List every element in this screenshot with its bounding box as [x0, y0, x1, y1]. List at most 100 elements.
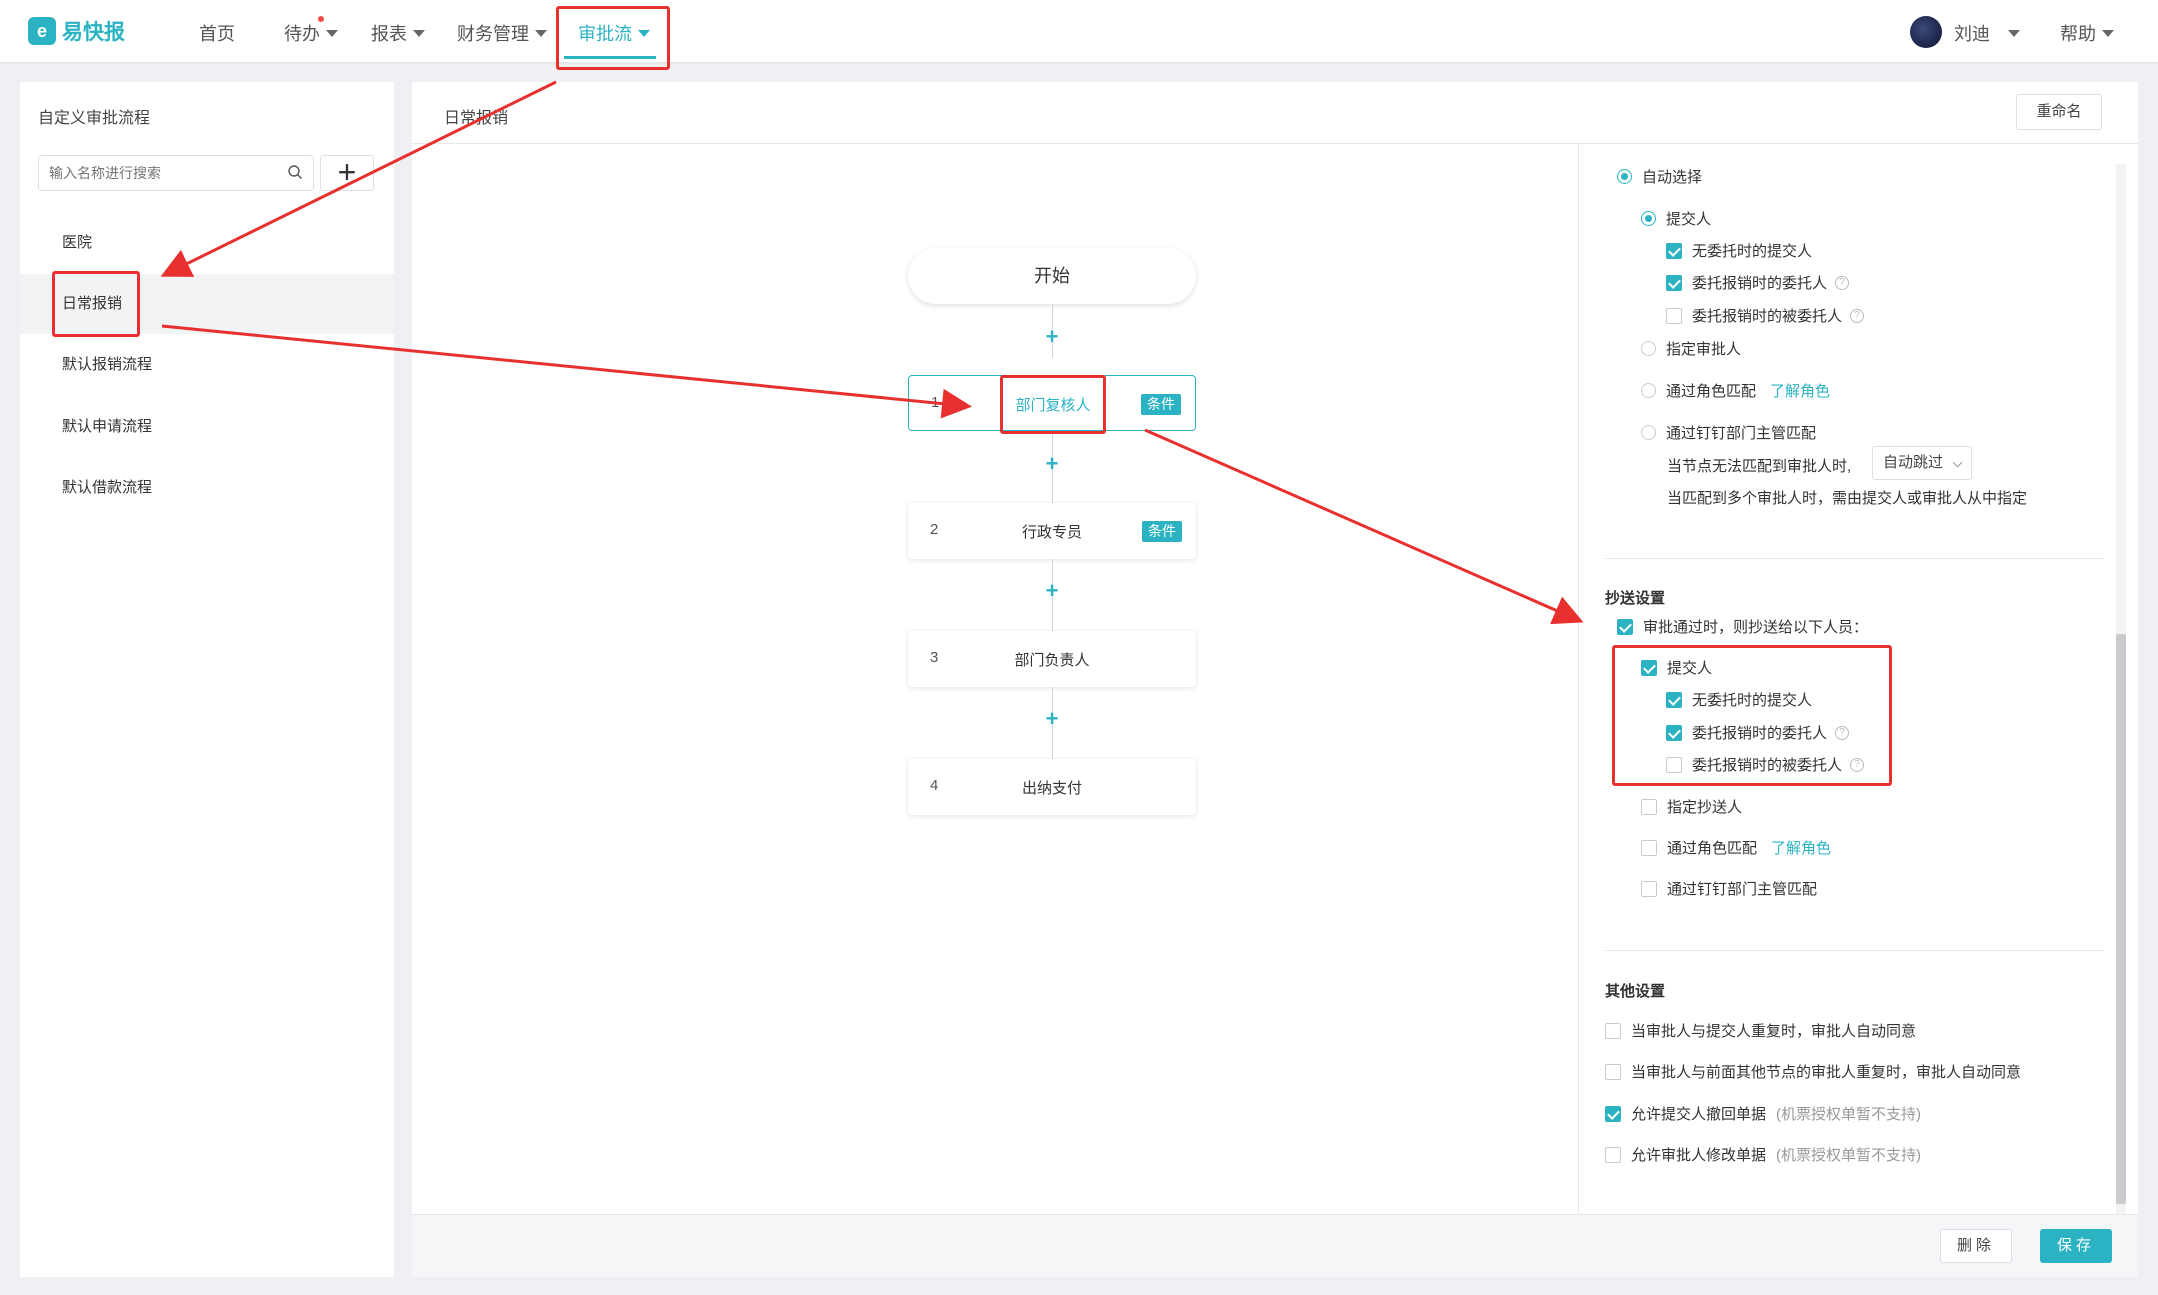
allow-edit-checkbox[interactable]: 允许审批人修改单据 (机票授权单暂不支持) — [1605, 1144, 1921, 1165]
node-label: 部门负责人 — [1014, 652, 1090, 669]
vertical-scrollbar[interactable] — [2116, 164, 2126, 1214]
checkbox-unchecked[interactable] — [1641, 839, 1657, 856]
delegate-principal-checkbox[interactable]: 委托报销时的委托人? — [1666, 272, 1850, 293]
search-icon[interactable] — [287, 164, 303, 180]
annotation-box-flow-item — [52, 271, 140, 337]
flow-item[interactable]: 默认借款流程 — [20, 458, 394, 518]
no-match-text: 当节点无法匹配到审批人时, — [1667, 458, 1852, 475]
flow-item[interactable]: 默认报销流程 — [20, 335, 394, 395]
option-label: 当审批人与前面其他节点的审批人重复时，审批人自动同意 — [1631, 1064, 2022, 1081]
checkbox-checked[interactable] — [1617, 618, 1633, 635]
select-value: 自动跳过 — [1883, 454, 1944, 471]
add-node-icon[interactable]: + — [1042, 580, 1062, 602]
save-button[interactable]: 保存 — [2040, 1229, 2112, 1263]
role-match-radio[interactable]: 通过角色匹配 了解角色 — [1641, 380, 1830, 401]
start-node: 开始 — [908, 248, 1196, 304]
other-section-title: 其他设置 — [1605, 983, 1666, 1000]
help-icon[interactable]: ? — [1850, 308, 1865, 323]
search-box — [38, 155, 314, 191]
flow-node[interactable]: 2 行政专员 条件 — [908, 503, 1196, 559]
no-match-select[interactable]: 自动跳过 — [1872, 446, 1972, 480]
help-icon[interactable]: ? — [1835, 275, 1850, 290]
delegate-agent-checkbox[interactable]: 委托报销时的被委托人? — [1666, 305, 1865, 326]
option-label: 审批通过时，则抄送给以下人员： — [1643, 619, 1869, 636]
add-node-icon[interactable]: + — [1042, 708, 1062, 730]
flow-item[interactable]: 默认申请流程 — [20, 397, 394, 457]
allow-withdraw-checkbox[interactable]: 允许提交人撤回单据 (机票授权单暂不支持) — [1605, 1103, 1921, 1124]
add-flow-button[interactable]: + — [320, 155, 374, 191]
radio-checked[interactable] — [1617, 169, 1632, 184]
cc-section-title: 抄送设置 — [1605, 590, 1666, 607]
add-node-icon[interactable]: + — [1042, 326, 1062, 348]
auto-approve-duplicate-checkbox[interactable]: 当审批人与前面其他节点的审批人重复时，审批人自动同意 — [1605, 1061, 2021, 1082]
option-label: 无委托时的提交人 — [1692, 243, 1813, 260]
auto-select-radio[interactable]: 自动选择 — [1617, 166, 1702, 187]
checkbox-checked[interactable] — [1605, 1105, 1621, 1122]
radio-unchecked[interactable] — [1641, 383, 1656, 398]
nav-finance[interactable]: 财务管理 — [457, 20, 547, 46]
checkbox-unchecked[interactable] — [1641, 798, 1657, 815]
checkbox-unchecked[interactable] — [1666, 307, 1682, 324]
checkbox-checked[interactable] — [1666, 242, 1682, 259]
logo-icon: e — [28, 17, 56, 45]
editor-header: 日常报销 重命名 — [412, 82, 2138, 144]
search-input[interactable] — [39, 156, 269, 190]
chevron-down-icon — [413, 29, 425, 37]
help-menu[interactable]: 帮助 — [2060, 20, 2114, 46]
chevron-down-icon — [535, 29, 547, 37]
option-label: 通过角色匹配 — [1667, 840, 1758, 857]
panel-title: 自定义审批流程 — [38, 110, 151, 127]
learn-role-link[interactable]: 了解角色 — [1771, 837, 1831, 858]
option-label: 指定抄送人 — [1667, 799, 1743, 816]
nav-reports[interactable]: 报表 — [371, 20, 425, 46]
specify-cc-checkbox[interactable]: 指定抄送人 — [1641, 796, 1742, 817]
no-delegate-submitter-checkbox[interactable]: 无委托时的提交人 — [1666, 240, 1812, 261]
scrollbar-thumb[interactable] — [2116, 634, 2126, 1204]
option-label: 通过角色匹配 — [1666, 383, 1757, 400]
checkbox-checked[interactable] — [1666, 274, 1682, 291]
chevron-down-icon — [326, 29, 338, 37]
annotation-box-nav — [556, 6, 670, 70]
cc-dingtalk-match-checkbox[interactable]: 通过钉钉部门主管匹配 — [1641, 878, 1817, 899]
flow-node[interactable]: 3 部门负责人 — [908, 631, 1196, 687]
submitter-radio[interactable]: 提交人 — [1641, 208, 1711, 229]
radio-checked[interactable] — [1641, 211, 1656, 226]
condition-badge: 条件 — [1142, 521, 1182, 542]
nav-reports-label: 报表 — [371, 24, 407, 44]
checkbox-unchecked[interactable] — [1605, 1063, 1621, 1080]
section-divider — [1605, 950, 2105, 951]
cc-role-match-checkbox[interactable]: 通过角色匹配 了解角色 — [1641, 837, 1831, 858]
option-note: (机票授权单暂不支持) — [1776, 1106, 1922, 1123]
rename-button[interactable]: 重命名 — [2016, 94, 2102, 130]
flow-list-panel: 自定义审批流程 + 医院 日常报销 默认报销流程 默认申请流程 默认借款流程 — [20, 82, 394, 1277]
cc-on-approve-checkbox[interactable]: 审批通过时，则抄送给以下人员： — [1617, 616, 1868, 637]
notification-dot — [318, 16, 324, 22]
annotation-box-cc-options — [1612, 645, 1892, 786]
checkbox-unchecked[interactable] — [1641, 880, 1657, 897]
flow-title: 日常报销 — [444, 110, 509, 127]
auto-approve-submitter-checkbox[interactable]: 当审批人与提交人重复时，审批人自动同意 — [1605, 1020, 1916, 1041]
add-node-icon[interactable]: + — [1042, 453, 1062, 475]
option-note: (机票授权单暂不支持) — [1776, 1147, 1922, 1164]
option-label: 委托报销时的委托人 — [1692, 275, 1828, 292]
option-label: 允许审批人修改单据 — [1631, 1147, 1767, 1164]
checkbox-unchecked[interactable] — [1605, 1146, 1621, 1163]
dingtalk-match-radio[interactable]: 通过钉钉部门主管匹配 — [1641, 422, 1816, 443]
flow-item[interactable]: 医院 — [20, 213, 394, 273]
checkbox-unchecked[interactable] — [1605, 1022, 1621, 1039]
user-avatar[interactable] — [1910, 16, 1942, 48]
learn-role-link[interactable]: 了解角色 — [1770, 380, 1830, 401]
help-label: 帮助 — [2060, 24, 2096, 44]
user-menu[interactable]: 刘迪 — [1954, 20, 2020, 46]
radio-unchecked[interactable] — [1641, 341, 1656, 356]
flow-node[interactable]: 4 出纳支付 — [908, 759, 1196, 815]
delete-button[interactable]: 删除 — [1940, 1229, 2012, 1263]
specify-approver-radio[interactable]: 指定审批人 — [1641, 338, 1741, 359]
option-label: 指定审批人 — [1666, 341, 1742, 358]
option-label: 当审批人与提交人重复时，审批人自动同意 — [1631, 1023, 1917, 1040]
radio-unchecked[interactable] — [1641, 425, 1656, 440]
nav-home[interactable]: 首页 — [199, 20, 235, 46]
editor-footer: 删除 保存 — [412, 1214, 2138, 1277]
nav-todo[interactable]: 待办 — [284, 20, 338, 46]
app-logo[interactable]: e 易快报 — [28, 16, 125, 46]
